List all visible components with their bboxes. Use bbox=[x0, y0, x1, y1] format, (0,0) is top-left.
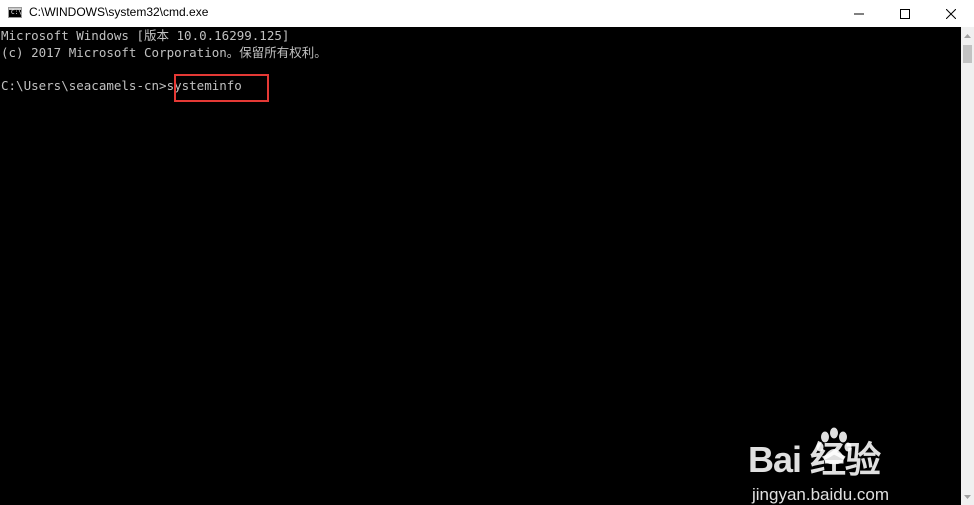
console-line-version: Microsoft Windows [版本 10.0.16299.125] bbox=[1, 28, 290, 43]
maximize-icon bbox=[900, 8, 910, 19]
arrow-down-icon bbox=[964, 494, 971, 499]
scroll-thumb[interactable] bbox=[963, 45, 972, 63]
scroll-down-button[interactable] bbox=[961, 488, 974, 505]
paw-icon bbox=[816, 427, 852, 465]
maximize-button[interactable] bbox=[882, 0, 928, 27]
watermark-brand: Bai 经验 bbox=[748, 439, 881, 480]
console-output[interactable]: Microsoft Windows [版本 10.0.16299.125] (c… bbox=[0, 27, 961, 505]
watermark-url: jingyan.baidu.com bbox=[752, 485, 890, 504]
minimize-icon bbox=[854, 13, 864, 14]
close-icon bbox=[946, 8, 956, 19]
console-line-copyright: (c) 2017 Microsoft Corporation。保留所有权利。 bbox=[1, 45, 327, 60]
baidu-jingyan-watermark: Bai 经验 jingyan.baidu.com bbox=[748, 425, 928, 505]
vertical-scrollbar[interactable] bbox=[961, 27, 974, 505]
minimize-button[interactable] bbox=[836, 0, 882, 27]
close-button[interactable] bbox=[928, 0, 974, 27]
window-title: C:\WINDOWS\system32\cmd.exe bbox=[29, 5, 209, 19]
cmd-window: C:\ C:\WINDOWS\system32\cmd.exe Microsof… bbox=[0, 0, 974, 505]
command-highlight-box bbox=[174, 74, 269, 102]
scroll-up-button[interactable] bbox=[961, 27, 974, 44]
cmd-icon[interactable]: C:\ bbox=[8, 7, 22, 18]
arrow-up-icon bbox=[964, 33, 971, 38]
title-bar[interactable]: C:\ C:\WINDOWS\system32\cmd.exe bbox=[0, 0, 974, 27]
